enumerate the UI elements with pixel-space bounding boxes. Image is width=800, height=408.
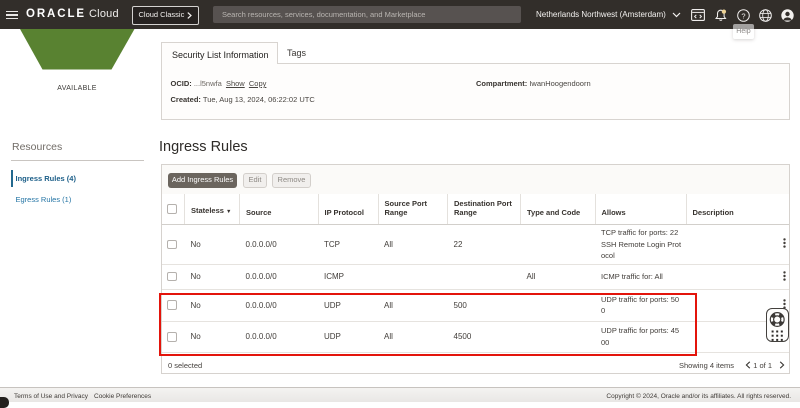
svg-text:?: ? (741, 11, 745, 20)
